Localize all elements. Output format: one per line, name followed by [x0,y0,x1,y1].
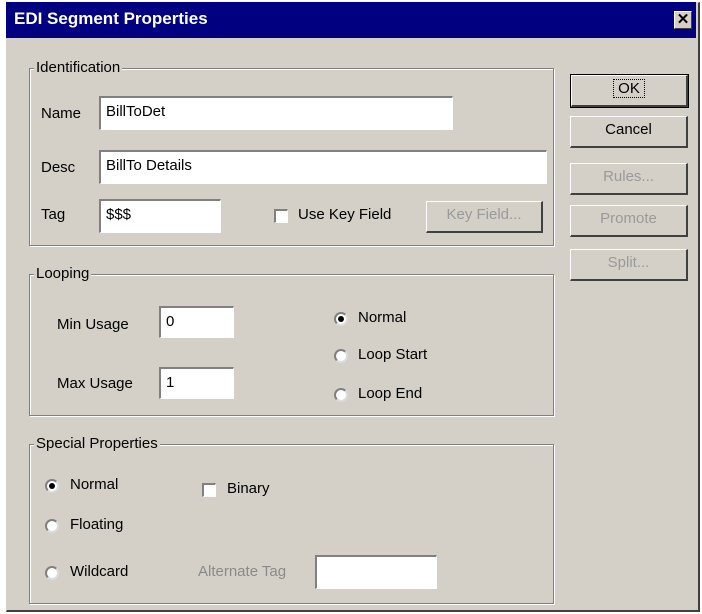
loop-normal-radio[interactable] [334,312,348,326]
loop-start-radio[interactable] [334,349,348,363]
alternate-tag-input[interactable] [315,555,437,589]
min-usage-label: Min Usage [57,316,129,333]
special-wildcard-label: Wildcard [70,563,129,580]
alternate-tag-label: Alternate Tag [198,563,287,580]
looping-group: Looping [29,265,554,416]
loop-normal-label: Normal [358,309,407,326]
use-key-field-label: Use Key Field [298,206,392,223]
ok-button[interactable]: OK [570,74,689,108]
binary-label: Binary [227,480,270,497]
ok-button-label: OK [613,79,645,98]
cancel-button[interactable]: Cancel [570,116,688,148]
key-field-button[interactable]: Key Field... [426,201,543,233]
split-button[interactable]: Split... [570,249,688,281]
rules-button[interactable]: Rules... [570,163,688,195]
tag-label: Tag [41,206,66,223]
max-usage-label: Max Usage [57,375,133,392]
special-floating-radio[interactable] [45,519,59,533]
loop-end-radio[interactable] [334,388,348,402]
special-properties-legend: Special Properties [34,435,160,452]
use-key-field-checkbox[interactable] [274,209,288,223]
desc-input[interactable]: BillTo Details [99,150,547,184]
looping-legend: Looping [34,265,92,282]
promote-button[interactable]: Promote [570,205,688,237]
desc-label: Desc [41,159,76,176]
close-icon[interactable]: ✕ [674,11,692,29]
window-title: EDI Segment Properties [14,9,208,28]
special-wildcard-radio[interactable] [45,566,59,580]
loop-start-label: Loop Start [358,346,428,363]
max-usage-input[interactable]: 1 [159,367,234,399]
special-normal-radio[interactable] [45,479,59,493]
special-floating-label: Floating [70,516,124,533]
min-usage-input[interactable]: 0 [159,306,234,338]
name-label: Name [41,105,82,122]
identification-legend: Identification [34,59,123,76]
tag-input[interactable]: $$$ [99,199,221,233]
loop-end-label: Loop End [358,385,423,402]
title-bar: EDI Segment Properties ✕ [6,2,696,38]
special-normal-label: Normal [70,476,119,493]
binary-checkbox[interactable] [202,483,216,497]
name-input[interactable]: BillToDet [99,96,453,130]
